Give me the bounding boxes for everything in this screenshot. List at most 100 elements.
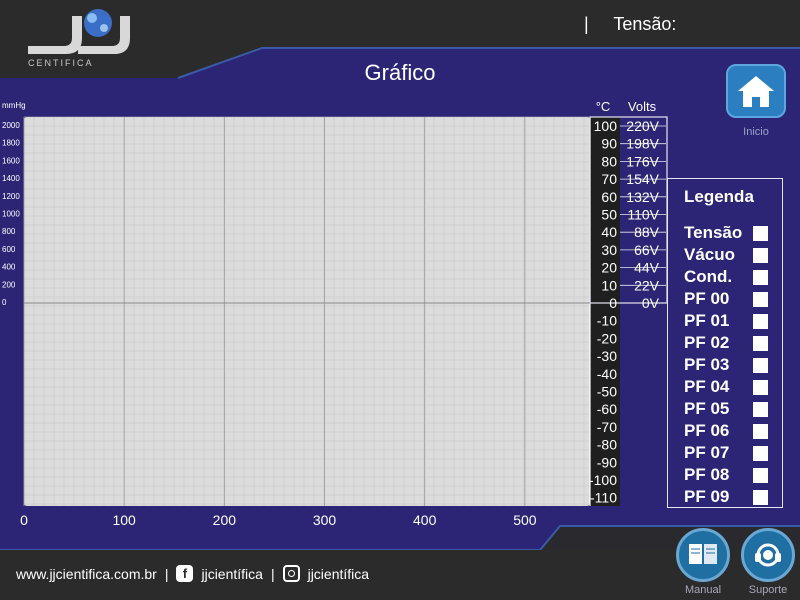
website-link[interactable]: www.jjcientifica.com.br — [16, 566, 157, 582]
temp-tick-label: -10 — [597, 313, 617, 329]
legend-item-label: PF 09 — [684, 487, 730, 506]
legend-item-label: PF 08 — [684, 465, 730, 484]
temp-tick-label: 40 — [601, 224, 617, 240]
mmhg-tick-label: 1400 — [2, 174, 20, 183]
legend-checkbox[interactable] — [753, 292, 768, 307]
legend-item-label: PF 07 — [684, 443, 730, 462]
temp-tick-label: -20 — [597, 330, 617, 346]
legend-item-label: PF 02 — [684, 333, 730, 352]
legend-checkbox[interactable] — [753, 424, 768, 439]
legend-title: Legenda — [684, 187, 754, 206]
legend-checkbox[interactable] — [753, 468, 768, 483]
temp-tick-label: 0 — [609, 295, 617, 311]
mmhg-tick-label: 1800 — [2, 139, 20, 148]
volt-tick-label: 66V — [634, 242, 660, 258]
legend-item-label: PF 00 — [684, 289, 730, 308]
legend-checkbox[interactable] — [753, 314, 768, 329]
volt-tick-label: 220V — [626, 118, 659, 134]
legend-item[interactable]: PF 08 — [684, 465, 776, 487]
suporte-button[interactable] — [741, 528, 795, 582]
legend-checkbox[interactable] — [753, 402, 768, 417]
volt-tick-label: 110V — [627, 207, 659, 223]
temp-tick-label: -50 — [597, 384, 617, 400]
manual-label: Manual — [684, 584, 722, 596]
legend-item-label: PF 06 — [684, 421, 730, 440]
temp-tick-label: 50 — [601, 207, 617, 223]
temp-tick-label: -70 — [597, 419, 617, 435]
legend-item[interactable]: PF 03 — [684, 355, 776, 377]
volt-tick-label: 44V — [634, 260, 660, 276]
temp-unit-label: °C — [596, 99, 611, 114]
legend-item[interactable]: PF 09 — [684, 487, 776, 509]
legend-item-label: PF 01 — [684, 311, 730, 330]
legend-item[interactable]: Tensão — [684, 223, 776, 245]
mmhg-tick-label: 200 — [2, 280, 16, 289]
legend-checkbox[interactable] — [753, 358, 768, 373]
volt-tick-label: 176V — [626, 153, 659, 169]
temp-tick-label: 20 — [601, 260, 617, 276]
x-tick-label: 300 — [313, 512, 337, 528]
temp-tick-label: -110 — [590, 490, 617, 506]
support-headset-icon — [755, 543, 781, 567]
volt-tick-label: 88V — [634, 224, 660, 240]
legend-checkbox[interactable] — [753, 336, 768, 351]
temp-tick-label: -40 — [597, 366, 617, 382]
temp-tick-label: -90 — [597, 454, 617, 470]
temp-tick-label: 70 — [601, 171, 617, 187]
mmhg-tick-label: 0 — [2, 298, 7, 307]
temp-tick-label: 90 — [601, 136, 617, 152]
temp-tick-label: -60 — [597, 401, 617, 417]
volt-tick-label: 154V — [626, 171, 659, 187]
temp-tick-label: 60 — [601, 189, 617, 205]
legend-checkbox[interactable] — [753, 270, 768, 285]
legend-checkbox[interactable] — [753, 490, 768, 505]
volt-tick-label: 132V — [626, 189, 659, 205]
header-separator: | — [584, 14, 589, 34]
legend-item[interactable]: PF 00 — [684, 289, 776, 311]
x-tick-label: 100 — [112, 512, 136, 528]
footer-separator-2: | — [270, 565, 275, 582]
mmhg-tick-label: 400 — [2, 263, 16, 272]
x-tick-label: 400 — [413, 512, 437, 528]
temp-tick-label: 100 — [594, 118, 618, 134]
legend-item[interactable]: PF 06 — [684, 421, 776, 443]
legend-item[interactable]: Cond. — [684, 267, 776, 289]
legend-item-label: PF 03 — [684, 355, 730, 374]
mmhg-tick-label: 1000 — [2, 210, 20, 219]
temp-tick-label: 10 — [601, 277, 617, 293]
page-title: Gráfico — [364, 60, 436, 85]
footer: www.jjcientifica.com.br | f jjcientífica… — [16, 565, 369, 582]
legend-item-label: PF 04 — [684, 377, 730, 396]
x-tick-label: 200 — [213, 512, 237, 528]
manual-button[interactable] — [676, 528, 730, 582]
volt-tick-label: 22V — [634, 277, 660, 293]
volt-tick-label: 0V — [642, 295, 660, 311]
legend-item[interactable]: PF 05 — [684, 399, 776, 421]
mmhg-tick-label: 1200 — [2, 192, 20, 201]
legend-checkbox[interactable] — [753, 248, 768, 263]
legend-checkbox[interactable] — [753, 226, 768, 241]
manual-book-icon — [689, 544, 717, 564]
legend-item[interactable]: PF 01 — [684, 311, 776, 333]
suporte-label: Suporte — [748, 584, 788, 596]
footer-separator: | — [164, 565, 169, 582]
facebook-icon[interactable]: f — [176, 565, 194, 582]
temp-tick-label: 80 — [601, 153, 617, 169]
legend-checkbox[interactable] — [753, 380, 768, 395]
instagram-name[interactable]: jjcientífica — [308, 566, 369, 582]
temp-tick-label: 30 — [601, 242, 617, 258]
temp-tick-label: -30 — [597, 348, 617, 364]
instagram-icon[interactable] — [282, 565, 300, 582]
legend-item-label: PF 05 — [684, 399, 730, 418]
facebook-name[interactable]: jjcientífica — [201, 566, 262, 582]
legend-checkbox[interactable] — [753, 446, 768, 461]
legend-item[interactable]: Vácuo — [684, 245, 776, 267]
legend-item[interactable]: PF 04 — [684, 377, 776, 399]
volt-tick-label: 198V — [626, 136, 659, 152]
x-tick-label: 0 — [20, 512, 28, 528]
tensao-label: Tensão: — [613, 14, 677, 34]
temp-tick-label: -100 — [589, 472, 617, 488]
legend-item[interactable]: PF 02 — [684, 333, 776, 355]
tensao-readout: | Tensão: — [584, 14, 676, 35]
legend-item[interactable]: PF 07 — [684, 443, 776, 465]
